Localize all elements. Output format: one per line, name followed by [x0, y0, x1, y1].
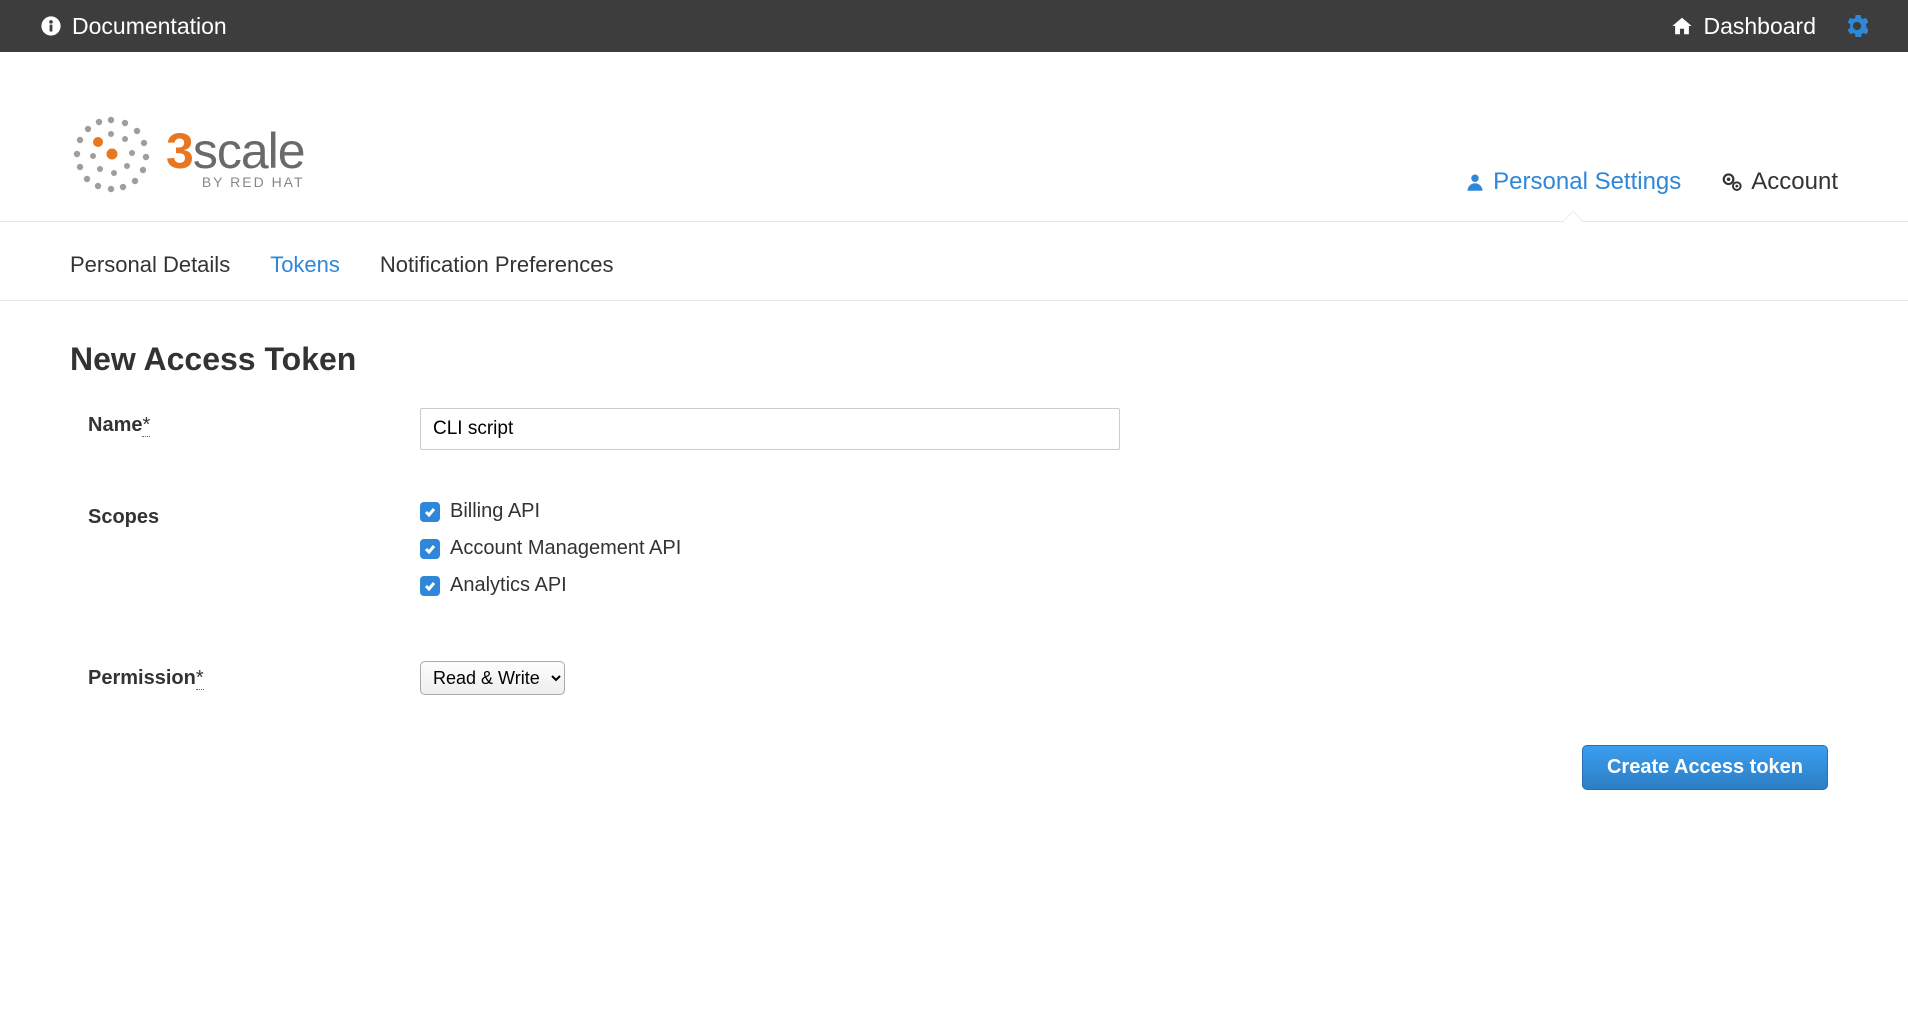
scope-label-analytics: Analytics API [450, 574, 567, 597]
permission-label: Permission* [70, 661, 420, 690]
home-icon [1671, 15, 1693, 37]
name-input[interactable] [420, 408, 1120, 450]
scope-label-billing: Billing API [450, 500, 540, 523]
logo-text: 3scale BY RED HAT [166, 122, 305, 190]
header: 3scale BY RED HAT Personal Settings Acco… [0, 52, 1908, 222]
checkbox-billing-api[interactable] [420, 502, 440, 522]
form-row-name: Name* [70, 408, 1838, 450]
scopes-label: Scopes [70, 500, 420, 529]
nav-personal-settings-label: Personal Settings [1493, 168, 1681, 196]
documentation-link[interactable]: Documentation [40, 13, 227, 40]
checkbox-account-management-api[interactable] [420, 539, 440, 559]
scope-account-management-api: Account Management API [420, 537, 1838, 560]
dashboard-link[interactable]: Dashboard [1671, 13, 1816, 40]
header-nav: Personal Settings Account [1465, 168, 1838, 221]
tab-tokens[interactable]: Tokens [270, 252, 340, 278]
create-access-token-button[interactable]: Create Access token [1582, 745, 1828, 790]
sub-nav: Personal Details Tokens Notification Pre… [0, 222, 1908, 301]
logo-mark-icon [70, 112, 152, 199]
name-label: Name* [70, 408, 420, 437]
form-actions: Create Access token [70, 745, 1838, 790]
documentation-label: Documentation [72, 13, 227, 40]
info-icon [40, 15, 62, 37]
page-title: New Access Token [70, 341, 1838, 378]
settings-gear-icon[interactable] [1846, 15, 1868, 37]
nav-personal-settings[interactable]: Personal Settings [1465, 168, 1681, 196]
logo-main: 3scale [166, 122, 305, 180]
scope-billing-api: Billing API [420, 500, 1838, 523]
checkbox-analytics-api[interactable] [420, 576, 440, 596]
logo-sub: BY RED HAT [202, 174, 305, 190]
user-icon [1465, 172, 1485, 192]
tab-notification-preferences[interactable]: Notification Preferences [380, 252, 614, 278]
dashboard-label: Dashboard [1703, 13, 1816, 40]
scopes-list: Billing API Account Management API Analy… [420, 500, 1838, 611]
gears-icon [1721, 171, 1743, 193]
top-bar: Documentation Dashboard [0, 0, 1908, 52]
nav-account-label: Account [1751, 168, 1838, 196]
logo[interactable]: 3scale BY RED HAT [70, 112, 305, 221]
scope-label-account: Account Management API [450, 537, 681, 560]
scope-analytics-api: Analytics API [420, 574, 1838, 597]
form-row-scopes: Scopes Billing API Account Management AP… [70, 500, 1838, 611]
main-content: New Access Token Name* Scopes Billing AP… [0, 301, 1908, 830]
form-row-permission: Permission* Read & Write [70, 661, 1838, 695]
tab-personal-details[interactable]: Personal Details [70, 252, 230, 278]
permission-select[interactable]: Read & Write [420, 661, 565, 695]
nav-account[interactable]: Account [1721, 168, 1838, 196]
